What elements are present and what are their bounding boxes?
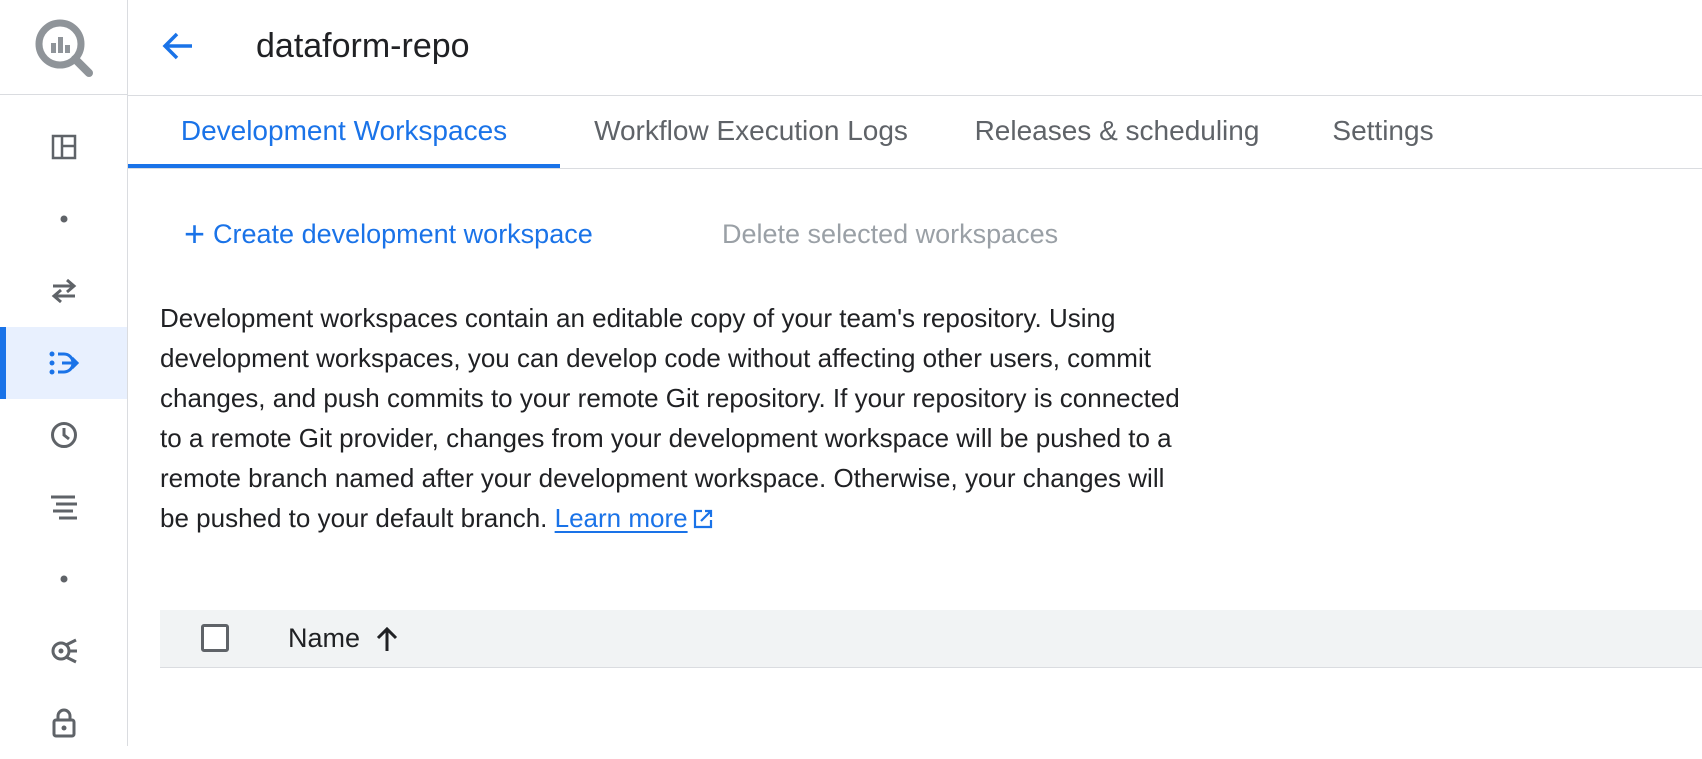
column-header-name[interactable]: Name xyxy=(288,610,400,667)
plus-icon: + xyxy=(184,213,206,254)
tab-releases-scheduling[interactable]: Releases & scheduling xyxy=(942,96,1292,168)
workspace-toolbar: + Create development workspace Delete se… xyxy=(128,200,1702,270)
column-name-label: Name xyxy=(288,623,361,653)
delete-workspaces-button: Delete selected workspaces xyxy=(722,219,1059,249)
rail-item-dot-2[interactable] xyxy=(0,543,127,615)
rail-item-scheduled-queries[interactable] xyxy=(0,399,127,471)
rail-item-analytics-hub[interactable] xyxy=(0,471,127,543)
tab-workflow-execution-logs[interactable]: Workflow Execution Logs xyxy=(560,96,942,168)
analytics-hub-icon xyxy=(50,495,77,520)
back-button[interactable] xyxy=(158,26,198,66)
overview-panel-icon xyxy=(51,134,76,160)
rail-item-security[interactable] xyxy=(0,687,127,759)
rail-item-dataform[interactable] xyxy=(0,327,127,399)
workspaces-description: Development workspaces contain an editab… xyxy=(160,298,1180,538)
rail-item-data-transfers[interactable] xyxy=(0,255,127,327)
learn-more-link[interactable]: Learn more xyxy=(555,503,688,533)
create-workspace-button[interactable]: + Create development workspace xyxy=(184,212,593,256)
bigquery-logo[interactable] xyxy=(0,0,127,95)
bigquery-logo-icon xyxy=(35,19,93,77)
dot-icon xyxy=(60,575,67,583)
page-title: dataform-repo xyxy=(256,27,470,65)
workspaces-table-header: Name xyxy=(160,610,1702,668)
arrow-back-icon xyxy=(162,32,192,60)
rail-item-dot-1[interactable] xyxy=(0,183,127,255)
data-transfer-icon xyxy=(51,278,76,304)
learn-more-label: Learn more xyxy=(554,503,688,533)
data-lineage-icon xyxy=(51,638,77,664)
rail-item-overview[interactable] xyxy=(0,111,127,183)
tab-development-workspaces[interactable]: Development Workspaces xyxy=(128,96,560,168)
description-text: Development workspaces contain an editab… xyxy=(160,303,1180,533)
tab-settings[interactable]: Settings xyxy=(1292,96,1474,168)
external-link-icon xyxy=(693,509,712,529)
tab-bar: Development Workspaces Workflow Executio… xyxy=(128,96,1702,169)
page-header: dataform-repo xyxy=(128,0,1702,96)
dataform-icon xyxy=(49,351,79,375)
arrow-upward-icon xyxy=(376,626,398,651)
create-workspace-label: Create development workspace xyxy=(213,218,593,249)
dot-icon xyxy=(60,215,67,223)
scheduled-queries-icon xyxy=(50,422,77,448)
select-all-checkbox[interactable] xyxy=(201,624,229,652)
lock-icon xyxy=(52,708,75,738)
left-nav-rail xyxy=(0,0,128,746)
rail-item-data-lineage[interactable] xyxy=(0,615,127,687)
